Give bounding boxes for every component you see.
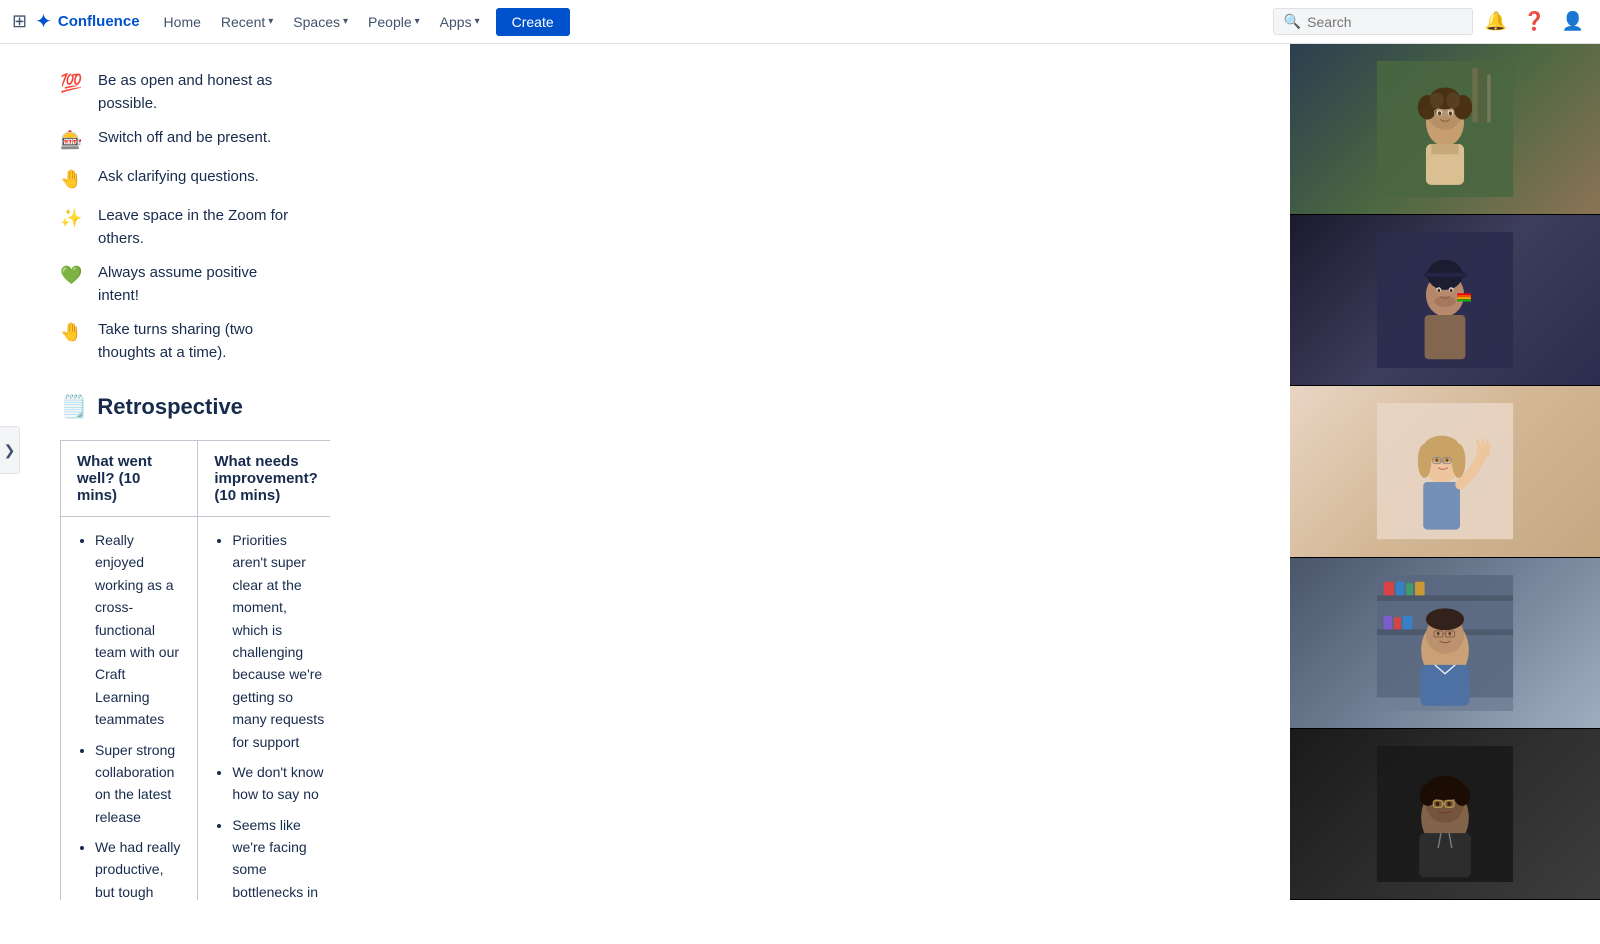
navbar: ⊞ ✦ Confluence Home Recent ▾ Spaces ▾ Pe… [0,0,1600,44]
nav-home[interactable]: Home [156,10,209,34]
main-content: 💯 Be as open and honest as possible. 🎰 Swit… [20,44,330,900]
guideline-item: 🤚 Take turns sharing (two thoughts at a t… [60,313,290,370]
col1-body: Really enjoyed working as a cross-functi… [61,517,198,901]
col2-item: Priorities aren't super clear at the mom… [232,529,324,753]
nav-recent[interactable]: Recent ▾ [213,10,281,34]
video-tile-3 [1290,386,1600,557]
notifications-icon[interactable]: 🔔 [1481,7,1511,36]
guidelines-list: 💯 Be as open and honest as possible. 🎰 Swit… [60,64,290,370]
guideline-item: ✨ Leave space in the Zoom for others. [60,199,290,256]
confluence-logo-icon: ✦ [35,9,52,34]
help-icon[interactable]: ❓ [1519,7,1549,36]
search-box[interactable]: 🔍 [1273,8,1473,35]
confluence-logo-text: Confluence [58,13,140,30]
video-tile-inner-4 [1290,558,1600,728]
retrospective-table: What went well? (10 mins) What needs imp… [60,440,330,900]
guideline-text: Be as open and honest as possible. [98,70,290,115]
guideline-emoji: 💚 [60,262,86,289]
grid-icon[interactable]: ⊞ [12,11,27,32]
video-tile-inner-2 [1290,215,1600,385]
nav-spaces[interactable]: Spaces ▾ [285,10,356,34]
col2-body: Priorities aren't super clear at the mom… [198,517,330,901]
video-tile-inner-5 [1290,729,1600,899]
search-input[interactable] [1307,14,1462,30]
video-tile-5 [1290,729,1600,900]
col2-item: Seems like we're facing some bottlenecks… [232,814,324,900]
video-tile-1 [1290,44,1600,215]
people-chevron: ▾ [415,16,420,27]
sidebar-toggle[interactable]: ❯ [0,426,20,474]
retro-heading-text: Retrospective [97,394,243,420]
spaces-chevron: ▾ [343,16,348,27]
col1-item: We had really productive, but tough conv… [95,836,181,900]
guideline-item: 💯 Be as open and honest as possible. [60,64,290,121]
apps-chevron: ▾ [475,16,480,27]
video-tile-inner-1 [1290,44,1600,214]
retro-emoji: 🗒️ [60,394,87,420]
col1-item: Really enjoyed working as a cross-functi… [95,529,181,731]
col1-item: Super strong collaboration on the latest… [95,739,181,829]
guideline-text: Ask clarifying questions. [98,166,259,189]
video-tile-2 [1290,215,1600,386]
retrospective-heading: 🗒️ Retrospective [60,394,290,420]
recent-chevron: ▾ [268,16,273,27]
guideline-item: 💚 Always assume positive intent! [60,256,290,313]
guideline-item: 🤚 Ask clarifying questions. [60,160,290,199]
nav-apps[interactable]: Apps ▾ [432,10,488,34]
guideline-emoji: ✨ [60,205,86,232]
guideline-emoji: 🤚 [60,319,86,346]
guideline-text: Always assume positive intent! [98,262,290,307]
col2-header: What needs improvement? (10 mins) [198,441,330,517]
search-icon: 🔍 [1284,13,1301,30]
col2-item: We don't know how to say no [232,761,324,806]
guideline-item: 🎰 Switch off and be present. [60,121,290,160]
nav-right: 🔍 🔔 ❓ 👤 [1273,7,1588,36]
guideline-text: Leave space in the Zoom for others. [98,205,290,250]
user-avatar[interactable]: 👤 [1558,7,1588,36]
guideline-text: Switch off and be present. [98,127,271,150]
video-panel [1290,44,1600,900]
guideline-text: Take turns sharing (two thoughts at a ti… [98,319,290,364]
nav-people[interactable]: People ▾ [360,10,428,34]
guideline-emoji: 💯 [60,70,86,97]
guideline-emoji: 🎰 [60,127,86,154]
create-button[interactable]: Create [496,8,570,36]
guideline-emoji: 🤚 [60,166,86,193]
video-tile-inner-3 [1290,386,1600,556]
confluence-logo[interactable]: ✦ Confluence [35,9,139,34]
col1-header: What went well? (10 mins) [61,441,198,517]
video-tile-4 [1290,558,1600,729]
